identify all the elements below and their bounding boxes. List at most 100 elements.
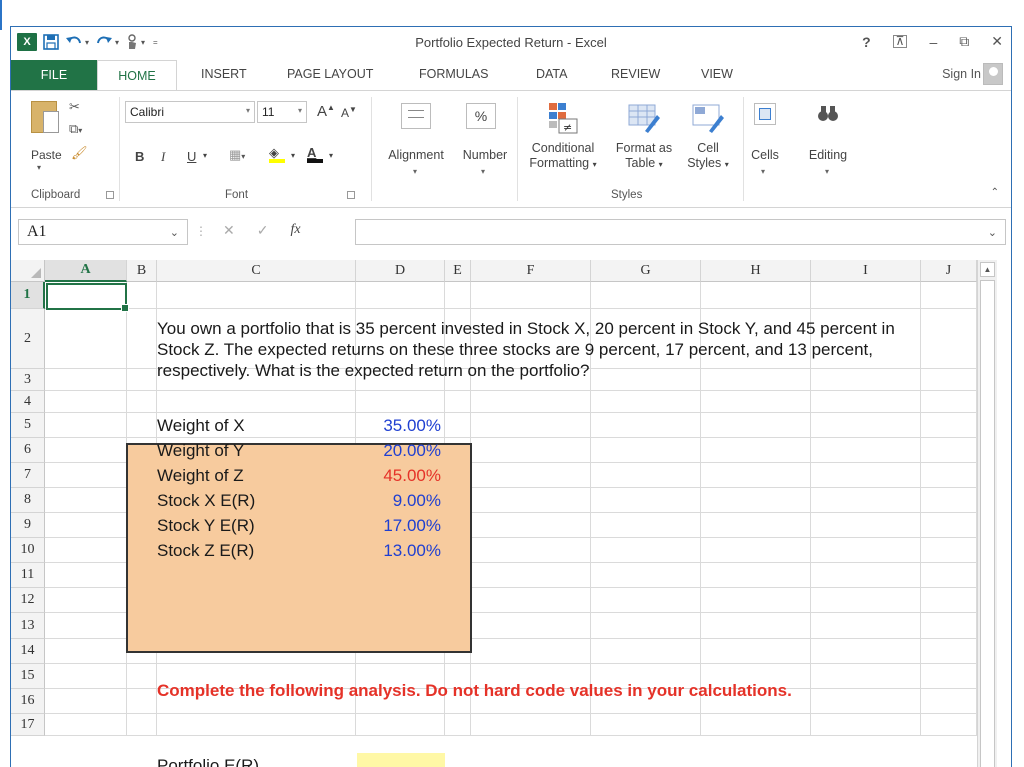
font-family-select[interactable]: Calibri ▾ xyxy=(125,101,255,123)
conditional-formatting-button[interactable]: Conditional Formatting ▾ xyxy=(521,141,605,172)
help-icon[interactable]: ? xyxy=(862,34,871,50)
gridline xyxy=(45,412,977,413)
column-header-a[interactable]: A xyxy=(45,260,127,282)
row-header-14[interactable]: 14 xyxy=(11,639,45,664)
cell-styles-button[interactable]: Cell Styles ▾ xyxy=(679,141,737,172)
tab-file[interactable]: FILE xyxy=(11,60,97,90)
scroll-thumb[interactable] xyxy=(980,280,995,767)
borders-icon[interactable]: ▦▾ xyxy=(229,147,245,163)
insert-function-icon[interactable]: fx xyxy=(290,222,300,239)
row-header-12[interactable]: 12 xyxy=(11,588,45,613)
paste-dropdown-icon[interactable]: ▾ xyxy=(37,163,41,172)
scroll-up-icon[interactable]: ▲ xyxy=(980,262,995,277)
binoculars-icon xyxy=(817,103,839,125)
paste-button[interactable]: Paste xyxy=(31,148,62,162)
font-size-value: 11 xyxy=(262,105,275,119)
column-header-h[interactable]: H xyxy=(701,260,811,282)
row-header-8[interactable]: 8 xyxy=(11,488,45,513)
select-all-button[interactable] xyxy=(11,260,45,282)
tab-review[interactable]: REVIEW xyxy=(611,67,660,81)
tab-insert[interactable]: INSERT xyxy=(201,67,247,81)
name-box[interactable]: A1 ⌄ xyxy=(18,219,188,245)
font-color-button[interactable]: A xyxy=(307,145,323,163)
tab-formulas[interactable]: FORMULAS xyxy=(419,67,488,81)
italic-button[interactable]: I xyxy=(161,149,165,165)
row-header-5[interactable]: 5 xyxy=(11,413,45,438)
alignment-button[interactable]: Alignment xyxy=(379,148,453,163)
column-header-i[interactable]: I xyxy=(811,260,921,282)
worksheet-grid[interactable]: A B C D E F G H I J 1 2 3 4 5 6 7 8 9 10 11 12 13 14 15 16 17 You … xyxy=(11,260,1011,767)
editing-button[interactable]: Editing xyxy=(799,148,857,163)
row-header-4[interactable]: 4 xyxy=(11,391,45,413)
column-header-f[interactable]: F xyxy=(471,260,591,282)
row-header-10[interactable]: 10 xyxy=(11,538,45,563)
input-value[interactable]: 20.00% xyxy=(281,441,441,461)
tab-view[interactable]: VIEW xyxy=(701,67,733,81)
underline-button[interactable]: U xyxy=(187,149,196,164)
column-header-g[interactable]: G xyxy=(591,260,701,282)
row-header-11[interactable]: 11 xyxy=(11,563,45,588)
row-header-13[interactable]: 13 xyxy=(11,613,45,639)
input-label: Stock X E(R) xyxy=(157,491,256,510)
close-icon[interactable]: ✕ xyxy=(991,33,1003,50)
row-header-6[interactable]: 6 xyxy=(11,438,45,463)
cell-styles-icon xyxy=(691,101,725,135)
chevron-down-icon: ▾ xyxy=(761,167,766,176)
input-value[interactable]: 13.00% xyxy=(281,541,441,561)
input-value[interactable]: 45.00% xyxy=(281,466,441,486)
row-header-7[interactable]: 7 xyxy=(11,463,45,488)
input-label: Weight of Z xyxy=(157,466,244,485)
bold-button[interactable]: B xyxy=(135,149,144,164)
tab-data[interactable]: DATA xyxy=(536,67,567,81)
underline-dropdown-icon[interactable]: ▾ xyxy=(203,151,207,160)
font-size-select[interactable]: 11 ▾ xyxy=(257,101,307,123)
clipboard-launcher-icon[interactable] xyxy=(106,191,114,199)
font-color-dropdown-icon[interactable]: ▾ xyxy=(329,151,333,160)
formula-input[interactable]: ⌄ xyxy=(355,219,1006,245)
restore-icon[interactable]: ⧉ xyxy=(959,33,969,50)
row-header-1[interactable]: 1 xyxy=(11,282,45,309)
collapse-ribbon-icon[interactable]: ⌃ xyxy=(991,187,999,198)
number-button[interactable]: Number xyxy=(457,148,513,163)
grow-font-button[interactable]: A▲ xyxy=(317,103,335,120)
cut-icon[interactable]: ✂ xyxy=(69,99,80,115)
row-header-9[interactable]: 9 xyxy=(11,513,45,538)
column-header-c[interactable]: C xyxy=(157,260,356,282)
expand-formula-bar-icon[interactable]: ⌄ xyxy=(988,226,997,239)
avatar[interactable] xyxy=(983,63,1003,85)
column-header-b[interactable]: B xyxy=(127,260,157,282)
column-header-d[interactable]: D xyxy=(356,260,445,282)
sign-in-link[interactable]: Sign In xyxy=(942,67,981,81)
column-header-e[interactable]: E xyxy=(445,260,471,282)
tab-home[interactable]: HOME xyxy=(97,60,177,91)
row-header-15[interactable]: 15 xyxy=(11,664,45,689)
row-header-3[interactable]: 3 xyxy=(11,369,45,391)
input-value[interactable]: 17.00% xyxy=(281,516,441,536)
clipboard-icon[interactable] xyxy=(31,101,59,133)
ribbon-display-icon[interactable]: ⊼ xyxy=(892,35,908,48)
fill-color-dropdown-icon[interactable]: ▾ xyxy=(291,151,295,160)
shrink-font-button[interactable]: A▼ xyxy=(341,105,357,120)
row-header-2[interactable]: 2 xyxy=(11,309,45,369)
vertical-scrollbar[interactable]: ▲ xyxy=(977,260,997,767)
font-launcher-icon[interactable] xyxy=(347,191,355,199)
chevron-down-icon: ⌄ xyxy=(169,227,179,239)
gridline xyxy=(45,437,977,438)
active-cell-a1[interactable] xyxy=(46,283,129,312)
portfolio-answer-cell[interactable] xyxy=(357,753,445,767)
cells-button[interactable]: Cells xyxy=(745,148,785,163)
chevron-down-icon: ▾ xyxy=(297,106,302,115)
input-value[interactable]: 9.00% xyxy=(281,491,441,511)
enter-icon[interactable]: ✓ xyxy=(257,222,269,239)
copy-icon[interactable]: ⧉▾ xyxy=(69,121,82,137)
column-header-j[interactable]: J xyxy=(921,260,977,282)
tab-page-layout[interactable]: PAGE LAYOUT xyxy=(287,67,373,81)
row-header-17[interactable]: 17 xyxy=(11,714,45,736)
minimize-icon[interactable]: – xyxy=(929,34,937,50)
fill-color-button[interactable]: ◈ xyxy=(269,145,285,163)
cancel-icon[interactable]: ✕ xyxy=(223,222,235,239)
format-as-table-button[interactable]: Format as Table ▾ xyxy=(609,141,679,172)
input-value[interactable]: 35.00% xyxy=(281,416,441,436)
row-header-16[interactable]: 16 xyxy=(11,689,45,714)
format-painter-icon[interactable]: 🖌 xyxy=(71,145,88,161)
